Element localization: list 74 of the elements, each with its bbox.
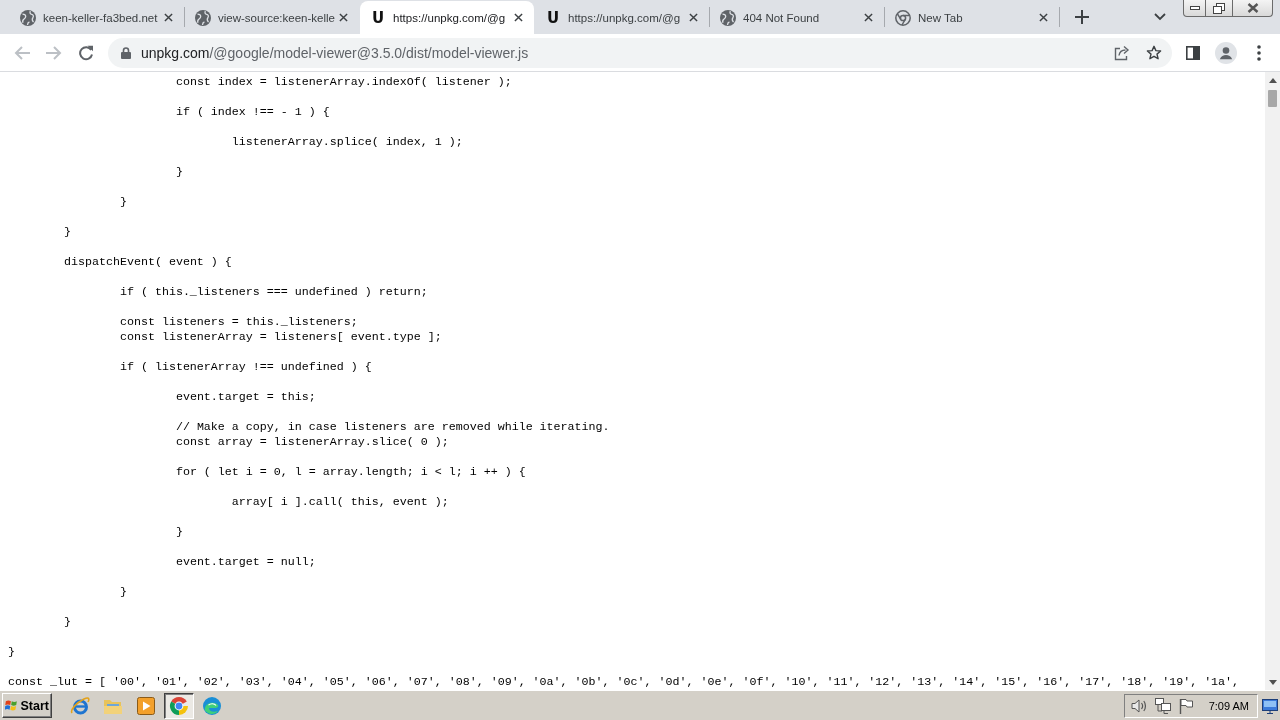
code-line: dispatchEvent( event ) { <box>63 255 232 269</box>
close-icon <box>338 13 348 22</box>
restore-icon <box>1213 2 1225 14</box>
code-line: } <box>175 165 183 179</box>
forward-arrow-icon <box>46 44 62 61</box>
code-line: } <box>119 585 127 599</box>
lock-icon <box>121 46 131 59</box>
code-line: listenerArray.splice( index, 1 ); <box>231 135 463 149</box>
close-icon <box>513 13 523 22</box>
chevron-icon <box>1154 13 1166 21</box>
code-line: if ( this._listeners === undefined ) return; <box>119 285 428 299</box>
minimize-button[interactable] <box>1183 0 1206 17</box>
menu-icon <box>1257 44 1261 61</box>
code-line: } <box>175 525 183 539</box>
browser-tab[interactable]: U https://unpkg.com/@g <box>535 1 709 34</box>
code-line: event.target = this; <box>175 390 316 404</box>
globe-icon <box>720 9 736 26</box>
plus-icon <box>1075 10 1089 24</box>
minimize-icon <box>1189 6 1200 10</box>
browser-tab[interactable]: 404 Not Found <box>710 1 884 34</box>
clock-text: 7:09 AM <box>1208 699 1249 712</box>
code-line: } <box>8 645 15 659</box>
browser-tab[interactable]: keen-keller-fa3bed.net <box>10 1 184 34</box>
restore-button[interactable] <box>1206 0 1233 17</box>
code-line: array[ i ].call( this, event ); <box>231 495 449 509</box>
start-button[interactable]: Start <box>2 693 52 718</box>
code-line: event.target = null; <box>175 555 316 569</box>
site-logo: U <box>370 9 386 26</box>
network-icon[interactable] <box>1154 697 1171 714</box>
code-line: } <box>63 225 71 239</box>
code-line: const index = listenerArray.indexOf( listener ); <box>175 75 512 89</box>
play-icon <box>137 696 155 715</box>
code-line: const array = listenerArray.slice( 0 ); <box>175 435 449 449</box>
share-icon <box>1114 44 1130 61</box>
globe-icon <box>20 9 36 26</box>
site-logo: U <box>545 9 561 26</box>
flag-icon[interactable] <box>1178 697 1193 714</box>
close-icon <box>688 13 698 22</box>
reload-icon <box>78 44 94 61</box>
code-line: const listeners = this._listeners; <box>119 315 358 329</box>
aperture-icon <box>895 9 911 26</box>
aperture-icon <box>169 695 189 716</box>
flag-icon <box>5 698 19 713</box>
speaker-icon[interactable] <box>1130 697 1147 714</box>
browser-tab[interactable]: U https://unpkg.com/@g <box>360 1 534 34</box>
back-arrow-icon <box>14 44 30 61</box>
close-icon <box>1246 3 1259 13</box>
code-line: } <box>119 195 127 209</box>
code-line: const listenerArray = listeners[ event.type ]; <box>119 330 442 344</box>
star-icon <box>1146 44 1162 61</box>
browser-tab[interactable]: New Tab <box>885 1 1059 34</box>
close-icon <box>1038 13 1048 22</box>
globe-icon <box>195 9 211 26</box>
url-text: unpkg.com/@google/model-viewer@3.5.0/dist/model-viewer.js <box>141 44 530 61</box>
swirl-icon <box>202 695 222 716</box>
taskbar-app-button[interactable] <box>164 692 194 719</box>
close-button[interactable] <box>1233 0 1273 17</box>
code-line: for ( let i = 0, l = array.length; i < l; i ++ ) { <box>175 465 526 479</box>
desktop-icon[interactable] <box>1262 697 1278 714</box>
code-line: } <box>63 615 71 629</box>
avatar-icon <box>1215 41 1237 64</box>
ringed-circle-icon <box>70 695 90 716</box>
code-line: if ( index !== - 1 ) { <box>175 105 330 119</box>
browser-tab[interactable]: view-source:keen-kelle <box>185 1 359 34</box>
side-panel-icon <box>1186 45 1200 60</box>
code-line: // Make a copy, in case listeners are removed while iterating. <box>175 420 610 434</box>
triangle-up-icon <box>1268 77 1277 83</box>
close-icon <box>863 13 873 22</box>
close-icon <box>163 13 173 22</box>
code-line: if ( listenerArray !== undefined ) { <box>119 360 372 374</box>
address-bar[interactable]: unpkg.com/@google/model-viewer@3.5.0/dist/model-viewer.js <box>108 37 1172 68</box>
code-line: const _lut = [ '00', '01', '02', '03', '04', '05', '06', '07', '08', '09', '0a', '0b', '0c', '0d', '0e', '0f', '10', '11', '12', '13', '14', '15', '16', '17', '18', '19', '1a', <box>8 675 1240 689</box>
triangle-down-icon <box>1268 679 1277 685</box>
scrollbar-thumb[interactable] <box>1268 90 1277 107</box>
